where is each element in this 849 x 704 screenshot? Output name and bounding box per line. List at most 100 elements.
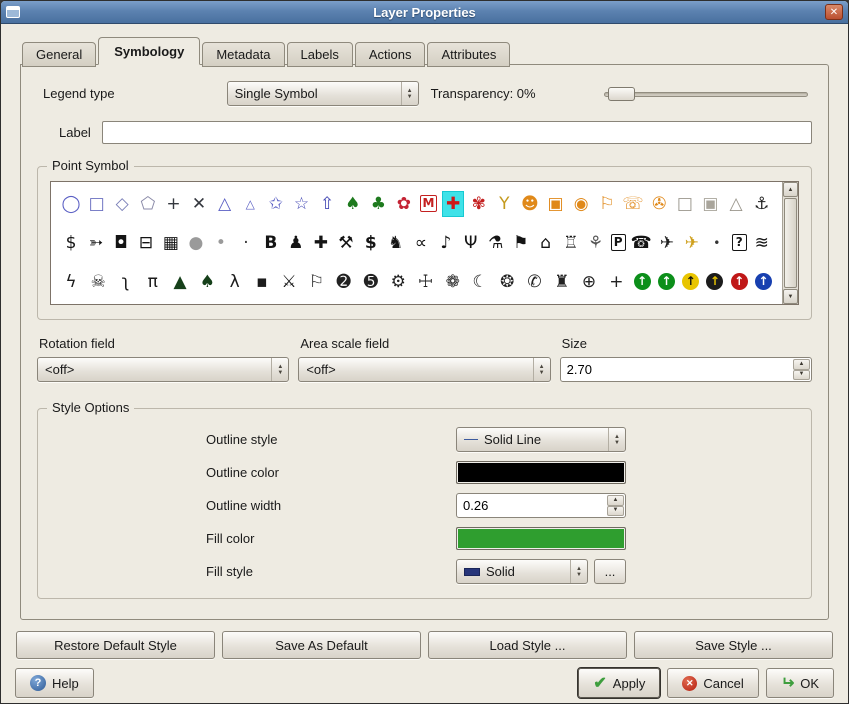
symbol-pentagon-icon[interactable]: ⬠ [138, 192, 158, 216]
symbol-arrow-circle-yellow-icon[interactable]: ↑ [682, 273, 699, 290]
rotation-field-select[interactable]: <off> ▲▼ [37, 357, 289, 382]
area-scale-field-select[interactable]: <off> ▲▼ [298, 357, 550, 382]
tab-actions[interactable]: Actions [355, 42, 426, 67]
symbol-people-icon[interactable]: ♟ [286, 231, 306, 255]
symbol-dollar-icon[interactable]: $ [61, 231, 81, 255]
symbol-car-icon[interactable]: ⊟ [136, 231, 156, 255]
symbol-tree-dark-icon[interactable]: ▲ [170, 270, 190, 294]
transparency-slider[interactable] [604, 85, 808, 103]
symbol-gray-triangle-icon[interactable]: △ [726, 192, 746, 216]
symbol-first-aid-cross-icon[interactable]: ✚ [443, 192, 463, 216]
outline-width-input[interactable] [457, 498, 625, 513]
outline-color-button[interactable] [456, 461, 626, 484]
symbol-circle-icon[interactable]: ◯ [61, 192, 81, 216]
symbol-red-flower-icon[interactable]: ✾ [469, 192, 489, 216]
symbol-round-tree-icon[interactable]: ♣ [368, 192, 388, 216]
palette-scrollbar[interactable]: ▲ ▼ [782, 182, 798, 304]
symbol-airplane-yellow-icon[interactable]: ✈ [682, 231, 702, 255]
symbol-palette[interactable]: ◯□◇⬠+✕△△✩☆⇧♠♣✿M✚✾Y☻▣◉⚐☏✇□▣△⚓$➳◘⊟▦●•·B♟✚⚒… [51, 182, 782, 304]
symbol-waves-icon[interactable]: ≋ [752, 231, 772, 255]
symbol-orange-badge-icon[interactable]: ☻ [520, 192, 540, 216]
symbol-small-marker-icon[interactable]: ▪ [252, 270, 272, 294]
symbol-circle-phone-icon[interactable]: ✆ [525, 270, 545, 294]
close-button[interactable]: ✕ [825, 4, 843, 20]
symbol-arrow-circle-black-icon[interactable]: ↑ [706, 273, 723, 290]
symbol-diamond-icon[interactable]: ◇ [112, 192, 132, 216]
symbol-arrow-up-outline-icon[interactable]: ⇧ [317, 192, 337, 216]
tab-attributes[interactable]: Attributes [427, 42, 510, 67]
symbol-circle-cross-icon[interactable]: ☩ [415, 270, 435, 294]
ok-button[interactable]: ↵ OK [766, 668, 834, 698]
size-spinbox[interactable]: ▲ ▼ [560, 357, 812, 382]
scroll-up-icon[interactable]: ▲ [783, 182, 798, 197]
symbol-camera-icon[interactable]: ◘ [111, 231, 131, 255]
symbol-flag-icon[interactable]: ⚐ [306, 270, 326, 294]
save-as-default-button[interactable]: Save As Default [222, 631, 421, 659]
symbol-telephone-icon[interactable]: ☎ [631, 231, 652, 255]
tab-labels[interactable]: Labels [287, 42, 353, 67]
symbol-music-note-icon[interactable]: ♪ [436, 231, 456, 255]
outline-style-select[interactable]: Solid Line ▲▼ [456, 427, 626, 452]
symbol-plant-icon[interactable]: ⚘ [586, 231, 606, 255]
symbol-crosshair-icon[interactable]: ⊕ [579, 270, 599, 294]
tab-symbology[interactable]: Symbology [98, 37, 200, 65]
symbol-crossed-skis-icon[interactable]: ⚔ [279, 270, 299, 294]
symbol-airplane-icon[interactable]: ✈ [657, 231, 677, 255]
help-button[interactable]: ? Help [15, 668, 94, 698]
label-input[interactable] [102, 121, 812, 144]
symbol-star-outline-icon[interactable]: ✩ [266, 192, 286, 216]
symbol-triangle-small-icon[interactable]: △ [240, 192, 260, 216]
scroll-thumb[interactable] [784, 198, 797, 288]
symbol-arrow-circle-red-icon[interactable]: ↑ [731, 273, 748, 290]
symbol-plus-icon[interactable]: + [163, 192, 183, 216]
symbol-star-icon[interactable]: ☆ [291, 192, 311, 216]
symbol-plus-thin-icon[interactable]: + [606, 270, 626, 294]
symbol-hiker-icon[interactable]: λ [225, 270, 245, 294]
symbol-gray-circle-small-icon[interactable]: • [211, 231, 231, 255]
symbol-medical-cross-icon[interactable]: ✚ [311, 231, 331, 255]
symbol-square-dot-icon[interactable]: ▣ [700, 192, 720, 216]
symbol-building-icon[interactable]: ▦ [161, 231, 181, 255]
symbol-m-sign-icon[interactable]: M [420, 195, 438, 212]
symbol-triangle-icon[interactable]: △ [215, 192, 235, 216]
symbol-pine-dark-icon[interactable]: ♠ [197, 270, 217, 294]
tab-metadata[interactable]: Metadata [202, 42, 284, 67]
apply-button[interactable]: ✔ Apply [578, 668, 660, 698]
scroll-down-icon[interactable]: ▼ [783, 289, 798, 304]
symbol-gear-sun-icon[interactable]: ❂ [497, 270, 517, 294]
symbol-gear-icon[interactable]: ⚙ [388, 270, 408, 294]
symbol-fish-icon[interactable]: ∝ [411, 231, 431, 255]
save-style-button[interactable]: Save Style ... [634, 631, 833, 659]
symbol-glass-icon[interactable]: Y [494, 192, 514, 216]
symbol-picnic-table-icon[interactable]: π [143, 270, 163, 294]
symbol-bank-icon[interactable]: ♖ [561, 231, 581, 255]
spin-down-icon[interactable]: ▼ [793, 370, 810, 381]
symbol-skull-crossbones-icon[interactable]: ☠ [88, 270, 108, 294]
symbol-circle-transit-icon[interactable]: ➎ [361, 270, 381, 294]
symbol-orange-phone-icon[interactable]: ☏ [622, 192, 643, 216]
symbol-fuel-b-icon[interactable]: B [261, 231, 281, 255]
symbol-skater-icon[interactable]: ϟ [61, 270, 81, 294]
symbol-gear-flower-icon[interactable]: ❁ [443, 270, 463, 294]
slider-handle[interactable] [608, 87, 635, 101]
symbol-cross-x-icon[interactable]: ✕ [189, 192, 209, 216]
symbol-question-sign-icon[interactable]: ? [732, 234, 747, 251]
symbol-square-icon[interactable]: □ [87, 192, 107, 216]
symbol-moon-icon[interactable]: ☾ [470, 270, 490, 294]
symbol-orange-panel-icon[interactable]: ▣ [546, 192, 566, 216]
symbol-museum-icon[interactable]: ♜ [552, 270, 572, 294]
symbol-white-square-icon[interactable]: □ [675, 192, 695, 216]
symbol-golf-flag-icon[interactable]: ⚑ [511, 231, 531, 255]
symbol-arrow-circle-green-1-icon[interactable]: ↑ [634, 273, 651, 290]
cancel-button[interactable]: ✕ Cancel [667, 668, 758, 698]
symbol-circle-digit-icon[interactable]: ➋ [334, 270, 354, 294]
titlebar[interactable]: Layer Properties ✕ [1, 1, 848, 24]
fill-style-select[interactable]: Solid ▲▼ [456, 559, 588, 584]
symbol-skier-icon[interactable]: ʅ [116, 270, 136, 294]
symbol-tools-icon[interactable]: ⚒ [336, 231, 356, 255]
symbol-orange-target-icon[interactable]: ◉ [571, 192, 591, 216]
fill-style-more-button[interactable]: ... [594, 559, 626, 584]
symbol-anchor-icon[interactable]: ⚓ [752, 192, 772, 216]
symbol-arrow-circle-blue-icon[interactable]: ↑ [755, 273, 772, 290]
symbol-orange-reel-icon[interactable]: ✇ [649, 192, 669, 216]
